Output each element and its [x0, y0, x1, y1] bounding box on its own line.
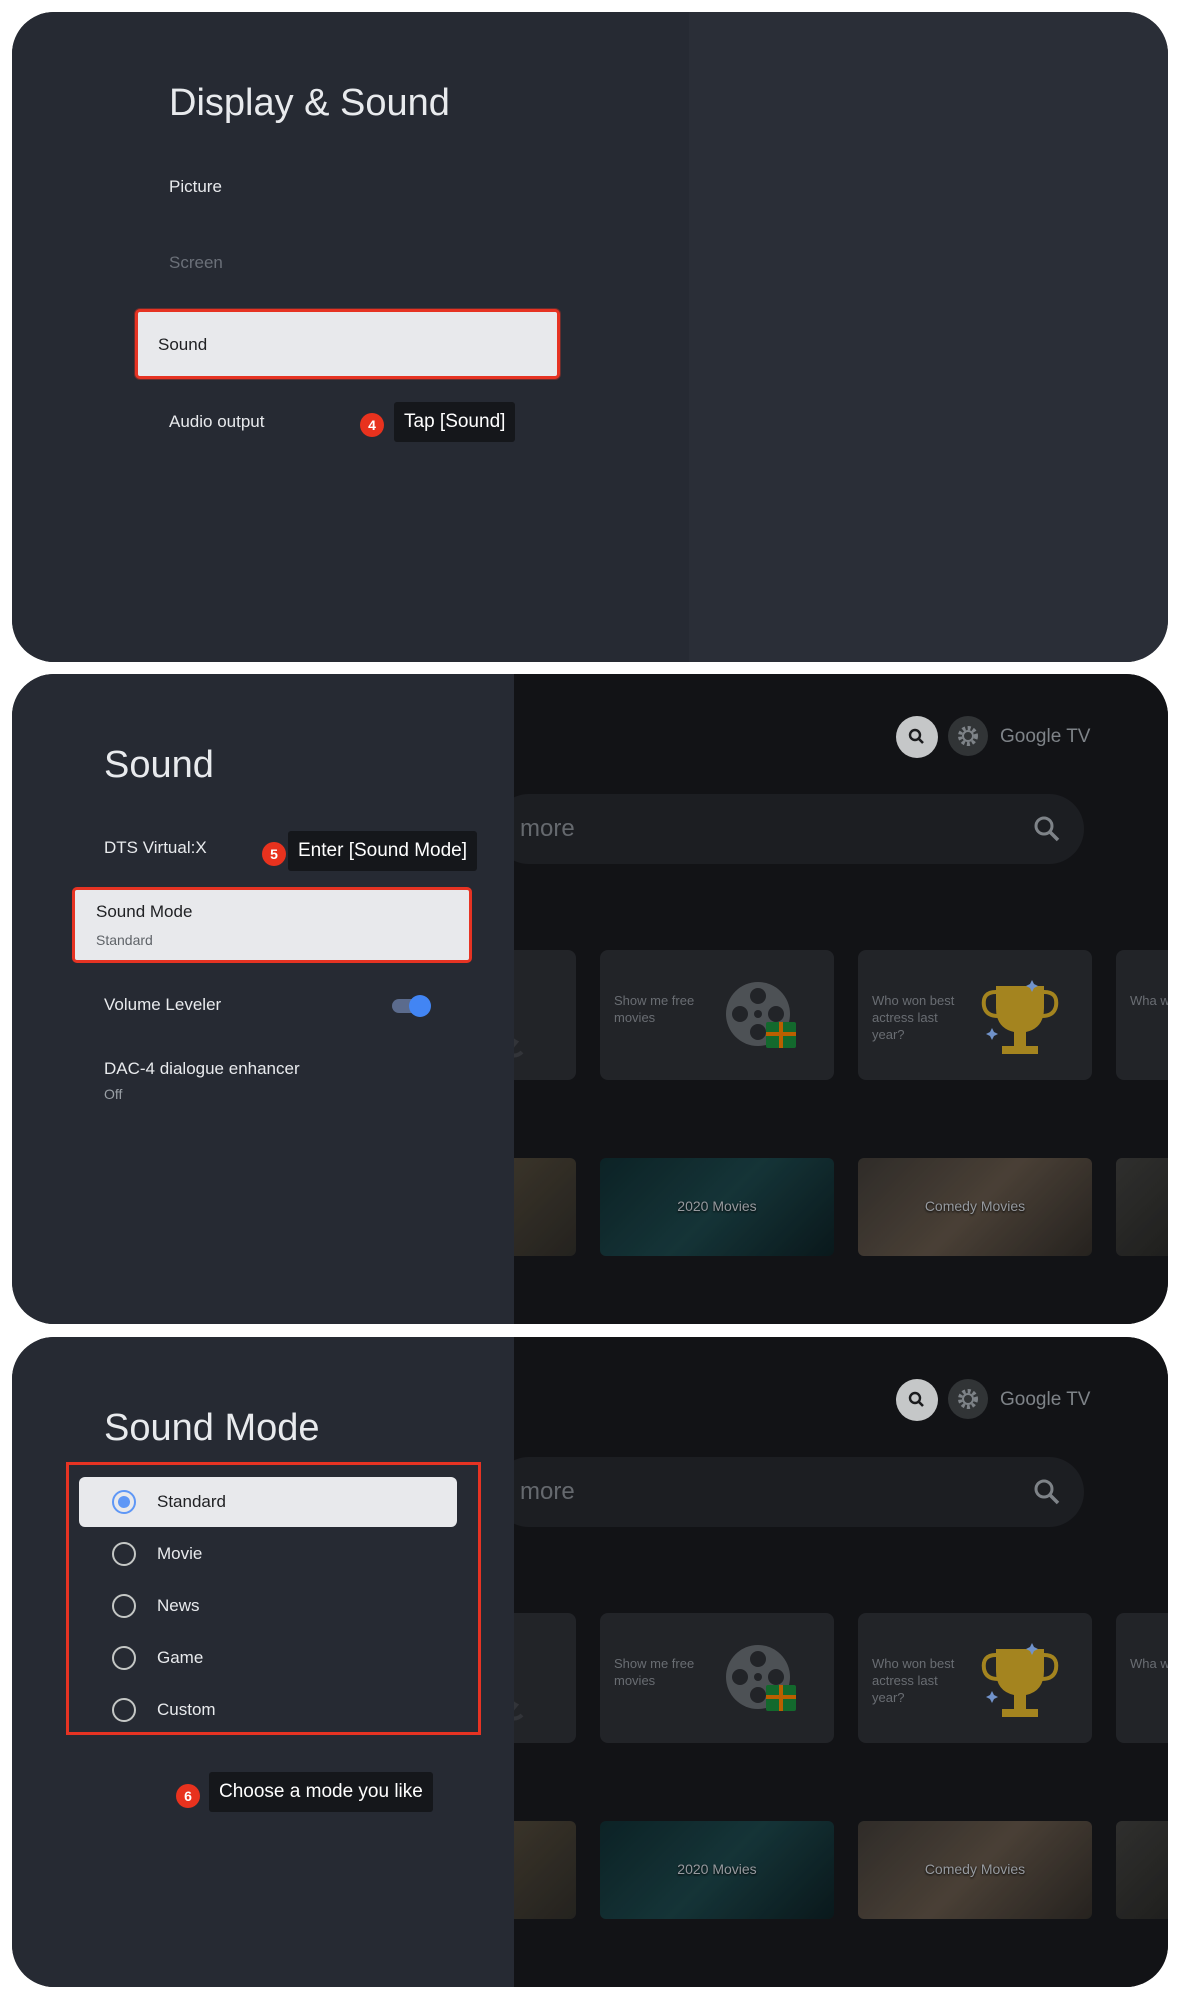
google-tv-home-background: Google TV more Show me free movies Who w…	[514, 674, 1168, 1324]
sound-mode-screen: Google TV more Show me free movies Who w…	[12, 1337, 1168, 1987]
sound-mode-label: Sound Mode	[96, 902, 193, 921]
suggestion-card[interactable]: Who won best actress last year?	[858, 950, 1092, 1080]
suggestion-card[interactable]	[514, 950, 576, 1080]
movie-card-label: 2020 Movies	[677, 1198, 757, 1214]
menu-item-volume-leveler[interactable]: Volume Leveler	[104, 995, 221, 1015]
google-tv-home-background: Google TV more Show me free movies Who w…	[514, 1337, 1168, 1987]
movie-card[interactable]: 2020 Movies	[600, 1158, 834, 1256]
suggestion-card[interactable]: Wha weat tomo	[1116, 1613, 1168, 1743]
step-callout: Tap [Sound]	[394, 402, 516, 442]
preview-pane	[689, 12, 1168, 662]
sound-settings-screen: Google TV more Show me free movies Who w…	[12, 674, 1168, 1324]
settings-button[interactable]	[948, 1379, 988, 1419]
step-badge: 6	[176, 1784, 200, 1808]
suggestion-card[interactable]	[514, 1613, 576, 1743]
trophy-icon	[981, 980, 1059, 1054]
movie-card[interactable]	[1116, 1158, 1168, 1256]
page-title: Display & Sound	[169, 82, 450, 124]
settings-menu-pane: Display & Sound Picture Screen Sound Aud…	[12, 12, 689, 662]
movie-card[interactable]: Comedy Movies	[858, 1158, 1092, 1256]
search-placeholder: more	[520, 1478, 575, 1505]
movie-card[interactable]	[1116, 1821, 1168, 1919]
sound-settings-pane: Sound DTS Virtual:X Sound Mode Standard …	[12, 674, 514, 1324]
microphone-icon	[514, 1038, 524, 1058]
search-button[interactable]	[896, 1379, 938, 1421]
movie-card-label: Comedy Movies	[924, 1861, 1026, 1877]
search-placeholder: more	[520, 815, 575, 842]
movie-card[interactable]: Comedy Movies	[858, 1821, 1092, 1919]
display-sound-screen: Display & Sound Picture Screen Sound Aud…	[12, 12, 1168, 662]
search-button[interactable]	[896, 716, 938, 758]
search-icon	[908, 728, 924, 744]
highlight-box	[66, 1462, 481, 1735]
search-icon	[1034, 1479, 1060, 1505]
dac4-value: Off	[104, 1086, 123, 1102]
toggle-knob	[409, 995, 431, 1017]
suggestion-card[interactable]: Show me free movies	[600, 1613, 834, 1743]
menu-item-dts-virtual-x[interactable]: DTS Virtual:X	[104, 838, 207, 858]
menu-item-dac4-dialogue-enhancer[interactable]: DAC-4 dialogue enhancer	[104, 1059, 300, 1079]
step-badge: 5	[262, 842, 286, 866]
movie-card-label: Comedy Movies	[924, 1198, 1026, 1214]
settings-button[interactable]	[948, 716, 988, 756]
search-icon	[908, 1391, 924, 1407]
microphone-icon	[514, 1701, 524, 1721]
film-reel-icon	[726, 982, 796, 1048]
suggestion-card[interactable]: Who won best actress last year?	[858, 1613, 1092, 1743]
page-title: Sound	[104, 744, 214, 786]
search-icon	[1034, 816, 1060, 842]
gear-icon	[958, 726, 978, 746]
menu-item-audio-output[interactable]: Audio output	[169, 412, 264, 432]
google-tv-logo: Google TV	[1000, 726, 1091, 747]
step-badge: 4	[360, 413, 384, 437]
sound-mode-pane: Sound Mode Standard Movie News Game Cust…	[12, 1337, 514, 1987]
volume-leveler-toggle[interactable]	[392, 995, 431, 1017]
search-bar[interactable]: more	[514, 1457, 1084, 1527]
trophy-icon	[981, 1643, 1059, 1717]
movie-card[interactable]	[514, 1158, 576, 1256]
movie-card[interactable]: 2020 Movies	[600, 1821, 834, 1919]
step-callout: Enter [Sound Mode]	[288, 831, 477, 871]
google-tv-logo: Google TV	[1000, 1389, 1091, 1410]
suggestion-card[interactable]: Wha weat tomo	[1116, 950, 1168, 1080]
movie-card-label: 2020 Movies	[677, 1861, 757, 1877]
suggestion-card[interactable]: Show me free movies	[600, 950, 834, 1080]
menu-item-sound[interactable]: Sound	[135, 309, 560, 379]
menu-item-sound-mode[interactable]: Sound Mode Standard	[72, 887, 472, 963]
card-text: Wha weat tomo	[1130, 993, 1168, 1008]
menu-item-sound-label: Sound	[158, 335, 208, 354]
menu-item-picture[interactable]: Picture	[169, 177, 222, 197]
sound-mode-value: Standard	[96, 932, 153, 948]
gear-icon	[958, 1389, 978, 1409]
step-callout: Choose a mode you like	[209, 1772, 433, 1812]
film-reel-icon	[726, 1645, 796, 1711]
search-bar[interactable]: more	[514, 794, 1084, 864]
card-text: Wha weat tomo	[1130, 1656, 1168, 1671]
page-title: Sound Mode	[104, 1407, 320, 1449]
menu-item-screen[interactable]: Screen	[169, 253, 223, 273]
movie-card[interactable]	[514, 1821, 576, 1919]
